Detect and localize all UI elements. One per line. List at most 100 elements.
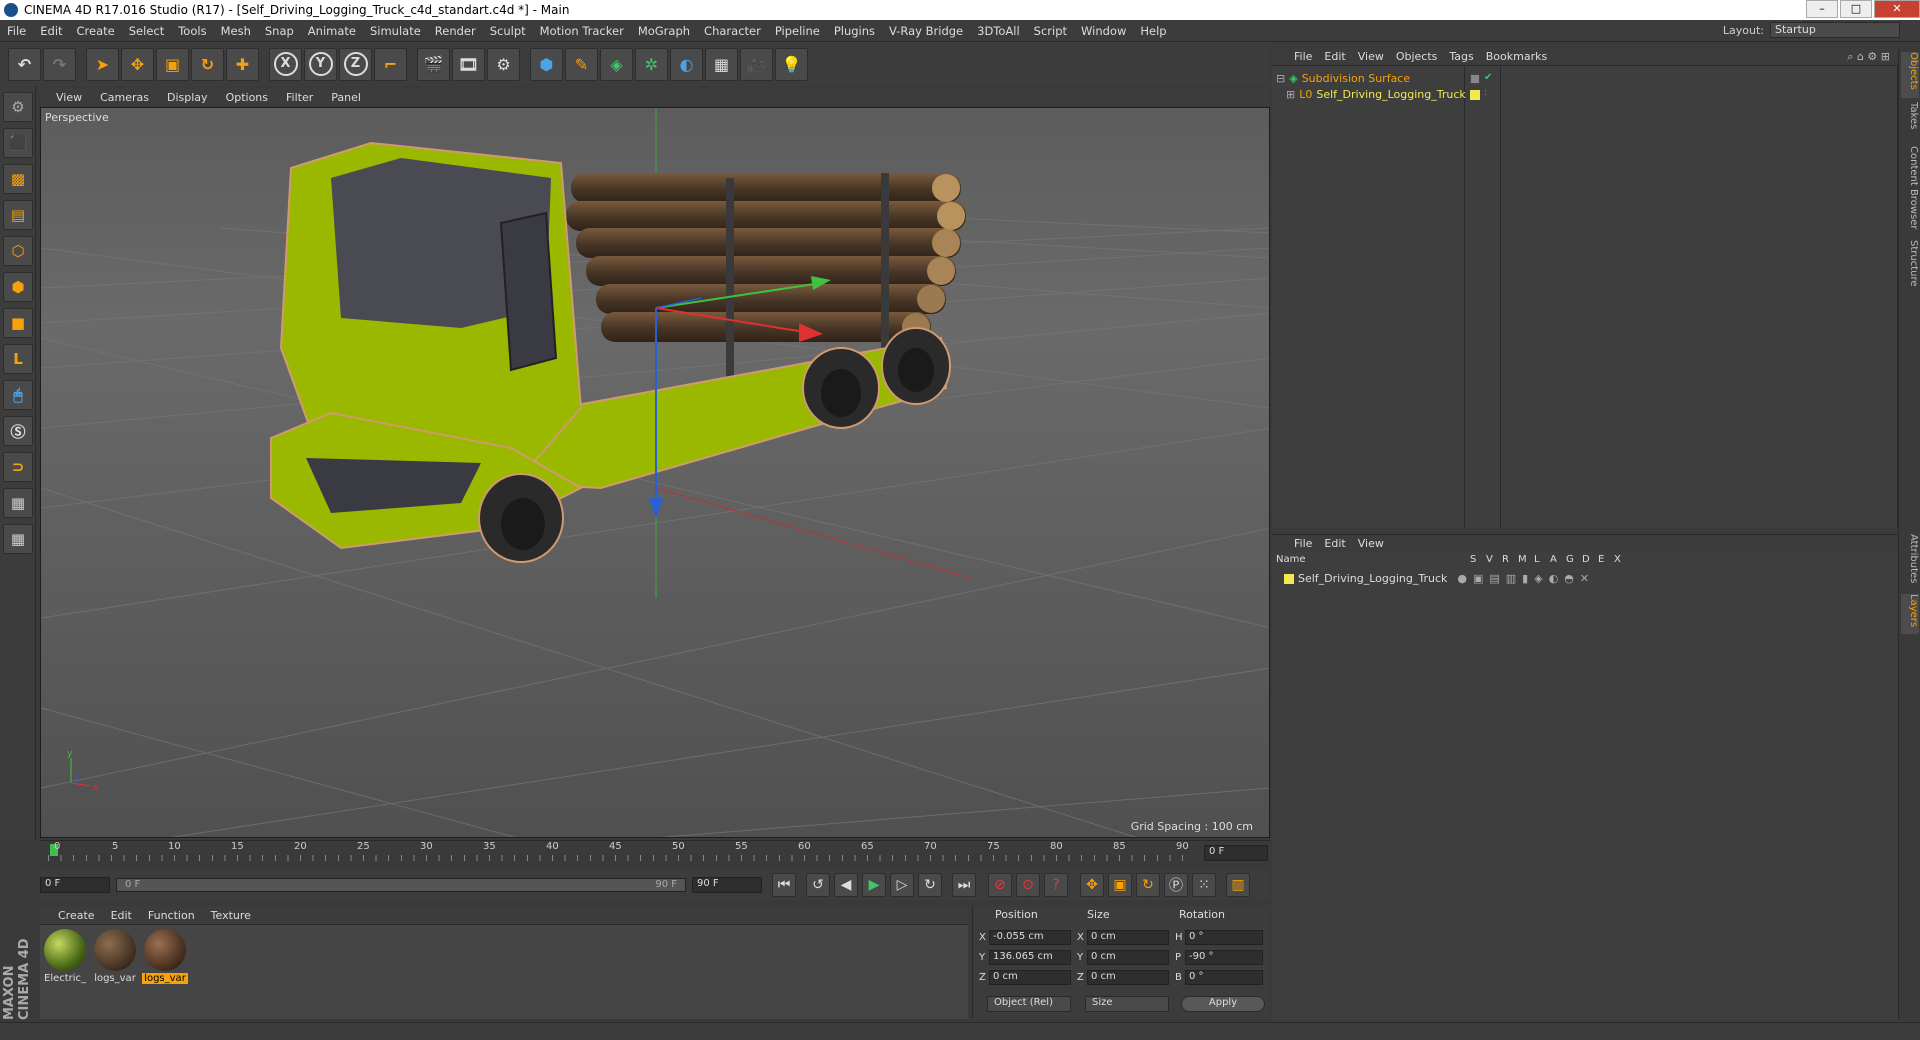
menu-simulate[interactable]: Simulate	[363, 24, 428, 38]
menu-file[interactable]: File	[0, 24, 33, 38]
live-selection-button[interactable]: ➤	[86, 47, 119, 81]
material-item[interactable]: logs_var	[92, 929, 138, 984]
deformer-button[interactable]: ◐	[670, 47, 703, 81]
camera-object-button[interactable]: 🎥	[740, 47, 773, 81]
key-scale-button[interactable]: ▣	[1108, 873, 1132, 897]
maximize-button[interactable]: □	[1840, 0, 1872, 18]
menu-edit[interactable]: Edit	[33, 24, 69, 38]
render-picture-viewer-button[interactable]: 🎞	[452, 47, 485, 81]
object-self-driving-logging-truck[interactable]: ⊞ L0 Self_Driving_Logging_Truck	[1286, 88, 1466, 101]
size-z-field[interactable]: 0 cm	[1087, 970, 1169, 985]
menu-select[interactable]: Select	[122, 24, 171, 38]
perspective-viewport[interactable]: y x Perspective Grid Spacing : 100 cm ✥ …	[40, 107, 1270, 838]
mograph-cloner-button[interactable]: ✲	[635, 47, 668, 81]
x-axis-lock-button[interactable]: X	[269, 47, 302, 81]
material-menu-edit[interactable]: Edit	[103, 909, 140, 922]
col-animation[interactable]: A	[1550, 554, 1557, 565]
col-xref[interactable]: X	[1614, 554, 1621, 565]
col-render[interactable]: R	[1502, 554, 1509, 565]
render-settings-button[interactable]: ⚙	[487, 47, 520, 81]
rotation-h-field[interactable]: 0 °	[1185, 930, 1263, 945]
object-menu-edit[interactable]: Edit	[1318, 50, 1351, 63]
layer-menu-edit[interactable]: Edit	[1318, 537, 1351, 550]
scale-tool-button[interactable]: ▣	[156, 47, 189, 81]
layer-menu-view[interactable]: View	[1352, 537, 1390, 550]
coordinate-mode-dropdown[interactable]: Object (Rel)	[987, 996, 1071, 1012]
material-menu-function[interactable]: Function	[140, 909, 203, 922]
menu-pipeline[interactable]: Pipeline	[768, 24, 827, 38]
visibility-dots-icon[interactable]: :	[1484, 88, 1494, 98]
material-item[interactable]: Electric_	[42, 929, 88, 984]
viewport-menu-panel[interactable]: Panel	[323, 91, 369, 104]
start-frame-field[interactable]: 0 F	[40, 877, 110, 893]
object-menu-file[interactable]: File	[1288, 50, 1318, 63]
close-button[interactable]: ✕	[1874, 0, 1920, 18]
material-item-selected[interactable]: logs_var	[142, 929, 188, 984]
menu-animate[interactable]: Animate	[301, 24, 363, 38]
layout-select[interactable]: Startup	[1770, 22, 1900, 38]
col-deformers[interactable]: D	[1582, 554, 1590, 565]
viewport-menu-view[interactable]: View	[48, 91, 90, 104]
cube-object-button[interactable]: ⬢	[530, 47, 563, 81]
menu-help[interactable]: Help	[1133, 24, 1173, 38]
menu-script[interactable]: Script	[1027, 24, 1074, 38]
coordinate-system-button[interactable]: ⌐	[374, 47, 407, 81]
apply-button[interactable]: Apply	[1181, 996, 1265, 1012]
object-subdivision-surface[interactable]: ⊟ ◈ Subdivision Surface	[1276, 72, 1410, 85]
expand-icon[interactable]: ⊞	[1286, 88, 1295, 101]
timeline-ruler[interactable]: 0 5 10 15 20 25 30 35 40 45 50 55 60 65 …	[40, 840, 1270, 866]
menu-3dtoall[interactable]: 3DToAll	[970, 24, 1027, 38]
layer-color-swatch[interactable]	[1470, 90, 1480, 100]
size-x-field[interactable]: 0 cm	[1087, 930, 1169, 945]
autokeying-button[interactable]: ⊙	[1016, 873, 1040, 897]
next-frame-button[interactable]: ▷	[890, 873, 914, 897]
model-mode-button[interactable]: ⬛	[3, 128, 33, 158]
end-frame-field[interactable]: 90 F	[692, 877, 762, 893]
material-menu-create[interactable]: Create	[50, 909, 103, 922]
tab-structure[interactable]: Structure	[1901, 240, 1919, 296]
current-frame-field[interactable]: 0 F	[1204, 845, 1268, 861]
prev-frame-button[interactable]: ◀	[834, 873, 858, 897]
key-rotation-button[interactable]: ↻	[1136, 873, 1160, 897]
snap-button[interactable]: Ⓢ	[3, 416, 33, 446]
magnet-button[interactable]: ⊃	[3, 452, 33, 482]
rotation-p-field[interactable]: -90 °	[1185, 950, 1263, 965]
tab-objects[interactable]: Objects	[1901, 52, 1919, 98]
axis-mode-button[interactable]: L	[3, 344, 33, 374]
size-y-field[interactable]: 0 cm	[1087, 950, 1169, 965]
preview-range-slider[interactable]: 0 F 90 F	[116, 878, 686, 892]
menu-snap[interactable]: Snap	[258, 24, 301, 38]
rotate-tool-button[interactable]: ↻	[191, 47, 224, 81]
layer-flag-icons[interactable]: ●▣▤▥▮◈◐◓✕	[1457, 572, 1595, 585]
object-manager-search-icon[interactable]: ⌕ ⌂ ⚙ ⊞	[1847, 50, 1890, 64]
workplane-mode-button[interactable]: ▤	[3, 200, 33, 230]
position-z-field[interactable]: 0 cm	[989, 970, 1071, 985]
recent-tool-button[interactable]: ✚	[226, 47, 259, 81]
z-axis-lock-button[interactable]: Z	[339, 47, 372, 81]
y-axis-lock-button[interactable]: Y	[304, 47, 337, 81]
menu-mesh[interactable]: Mesh	[214, 24, 258, 38]
key-parameter-button[interactable]: Ⓟ	[1164, 873, 1188, 897]
menu-sculpt[interactable]: Sculpt	[483, 24, 533, 38]
tab-layers[interactable]: Layers	[1901, 594, 1919, 634]
col-solo[interactable]: S	[1470, 554, 1476, 565]
object-menu-objects[interactable]: Objects	[1390, 50, 1444, 63]
viewport-menu-cameras[interactable]: Cameras	[92, 91, 157, 104]
menu-create[interactable]: Create	[70, 24, 122, 38]
play-button[interactable]: ▶	[862, 873, 886, 897]
key-pla-button[interactable]: ⁙	[1192, 873, 1216, 897]
col-generators[interactable]: G	[1566, 554, 1574, 565]
menu-window[interactable]: Window	[1074, 24, 1133, 38]
menu-render[interactable]: Render	[428, 24, 483, 38]
enabled-check-icon[interactable]: ✔	[1484, 72, 1494, 83]
goto-next-key-button[interactable]: ↻	[918, 873, 942, 897]
tab-attributes[interactable]: Attributes	[1901, 534, 1919, 590]
layer-row[interactable]: Self_Driving_Logging_Truck ●▣▤▥▮◈◐◓✕	[1284, 572, 1595, 585]
timeline-window-button[interactable]: ▥	[1226, 873, 1250, 897]
viewport-menu-display[interactable]: Display	[159, 91, 216, 104]
visibility-toggle-icon[interactable]	[1470, 74, 1480, 84]
layer-menu-file[interactable]: File	[1288, 537, 1318, 550]
viewport-menu-filter[interactable]: Filter	[278, 91, 321, 104]
spline-pen-button[interactable]: ✎	[565, 47, 598, 81]
menu-tools[interactable]: Tools	[171, 24, 213, 38]
